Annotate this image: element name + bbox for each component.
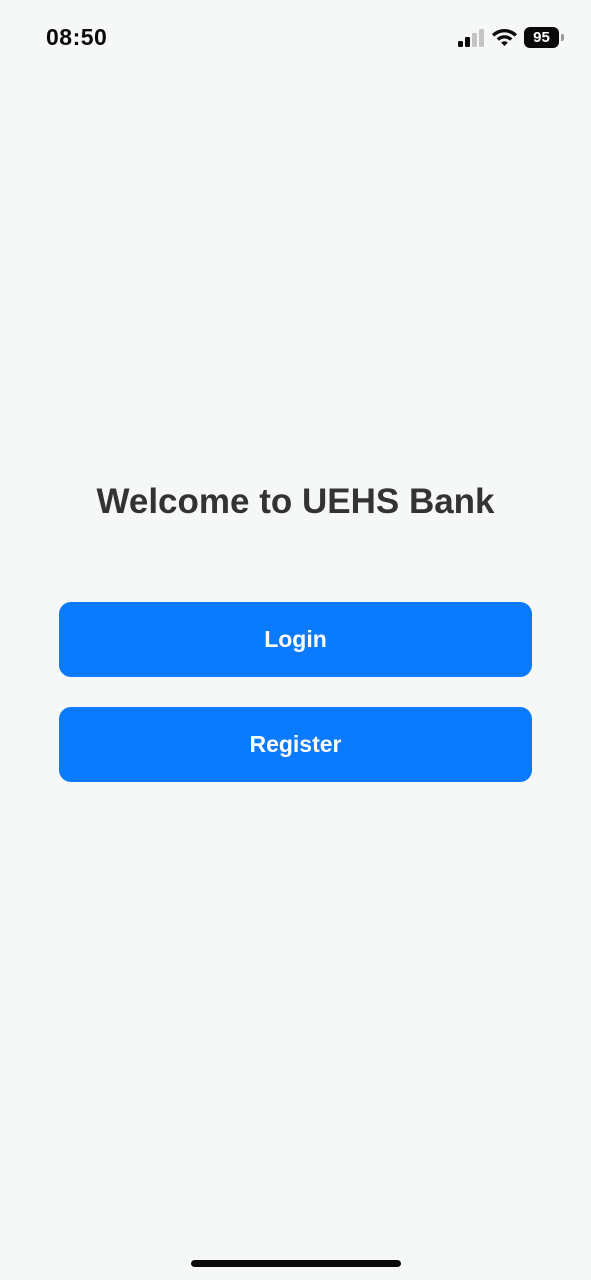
login-button[interactable]: Login: [59, 602, 532, 677]
home-indicator[interactable]: [191, 1260, 401, 1267]
welcome-screen: 08:50 95 Welcome to UEHS Bank Login Regi…: [0, 0, 591, 1280]
battery-level: 95: [533, 29, 550, 46]
wifi-icon: [492, 29, 517, 46]
signal-icon: [458, 29, 484, 47]
status-bar: 08:50 95: [0, 0, 591, 76]
battery-cap: [561, 34, 564, 41]
status-time: 08:50: [46, 24, 108, 50]
register-button[interactable]: Register: [59, 707, 532, 782]
page-title: Welcome to UEHS Bank: [96, 482, 495, 521]
battery-icon: 95: [524, 27, 564, 48]
battery-body: 95: [524, 27, 559, 48]
